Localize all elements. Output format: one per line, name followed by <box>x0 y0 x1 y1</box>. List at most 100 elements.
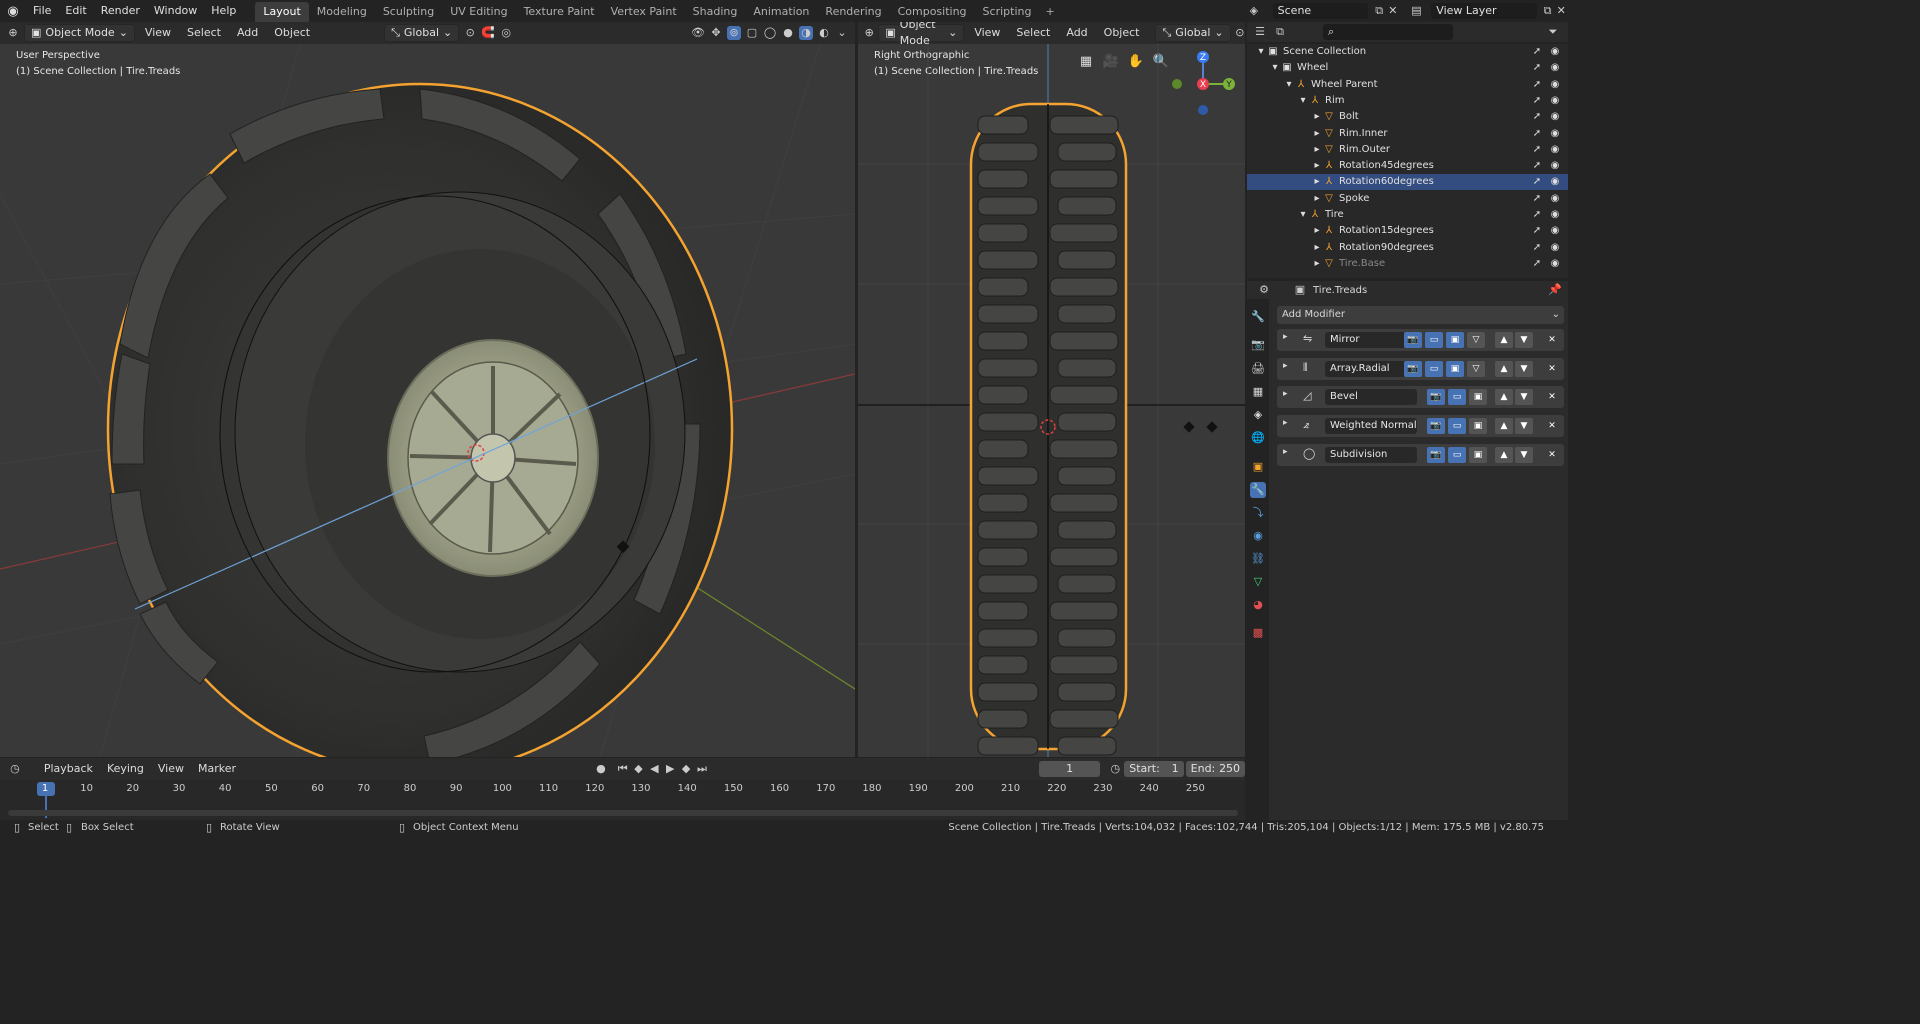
tab-modeling[interactable]: Modeling <box>309 2 375 22</box>
editmode-icon[interactable]: ▣ <box>1469 446 1487 463</box>
tab-compositing[interactable]: Compositing <box>890 2 975 22</box>
menu-view[interactable]: View <box>139 24 177 42</box>
outliner-row[interactable]: ▾ ▣ Scene Collection ➚ ◉ <box>1247 44 1568 60</box>
outliner-editor-icon[interactable]: ☰ <box>1253 25 1267 39</box>
menu-playback[interactable]: Playback <box>38 760 99 778</box>
monitor-viewport-icon[interactable]: ▭ <box>1425 332 1443 348</box>
current-frame-field[interactable]: 1 <box>1038 761 1101 777</box>
modifier-panel[interactable]: ▸ ⫴ Array.Radial 📷 ▭ ▣ ▽ ▲ ▼ ✕ <box>1277 357 1564 380</box>
overlay-toggle-icon[interactable]: ⊚ <box>727 26 741 40</box>
timeline-scrollbar[interactable] <box>8 810 1238 816</box>
tab-layout[interactable]: Layout <box>255 2 309 22</box>
disclosure-triangle-icon[interactable]: ▾ <box>1297 93 1309 109</box>
eye-icon[interactable]: ◉ <box>1549 109 1561 125</box>
timeline-editor-icon[interactable]: ◷ <box>8 762 22 776</box>
new-view-layer-icon[interactable]: ⧉ <box>1541 4 1555 18</box>
outliner-row[interactable]: ▾ ⅄ Tire ➚ ◉ <box>1247 207 1568 223</box>
tool-tab-icon[interactable]: 🔧 <box>1250 309 1266 325</box>
xray-toggle-icon[interactable]: ▢ <box>745 26 759 40</box>
clock-icon[interactable]: ◷ <box>1108 762 1122 776</box>
move-down-icon[interactable]: ▼ <box>1515 446 1533 463</box>
prev-keyframe-icon[interactable]: ◆ <box>632 762 646 776</box>
pivot-point-icon[interactable]: ⊙ <box>1235 26 1245 40</box>
select-pointer-icon[interactable]: ➚ <box>1531 158 1543 174</box>
monitor-viewport-icon[interactable]: ▭ <box>1448 418 1466 435</box>
particles-tab-icon[interactable]: ⤵ <box>1250 505 1266 521</box>
modifier-name-field[interactable]: Subdivision <box>1325 446 1417 463</box>
disclosure-triangle-icon[interactable]: ▸ <box>1311 174 1323 190</box>
new-scene-icon[interactable]: ⧉ <box>1372 4 1386 18</box>
remove-view-layer-icon[interactable]: ✕ <box>1554 4 1568 18</box>
menu-keying[interactable]: Keying <box>101 760 150 778</box>
disclosure-triangle-icon[interactable]: ▾ <box>1297 207 1309 223</box>
disclosure-triangle-icon[interactable]: ▸ <box>1311 256 1323 272</box>
outliner-row[interactable]: ▸ ⅄ Rotation90degrees ➚ ◉ <box>1247 240 1568 256</box>
move-down-icon[interactable]: ▼ <box>1515 389 1533 406</box>
eye-icon[interactable]: ◉ <box>1549 126 1561 142</box>
menu-view[interactable]: View <box>152 760 190 778</box>
output-tab-icon[interactable]: 🖨 <box>1250 361 1266 377</box>
move-down-icon[interactable]: ▼ <box>1515 360 1533 377</box>
expand-arrow-icon[interactable]: ▸ <box>1283 418 1288 428</box>
material-shading-icon[interactable]: ◑ <box>799 26 813 40</box>
mode-dropdown[interactable]: ▣ Object Mode ⌄ <box>878 22 965 47</box>
remove-modifier-icon[interactable]: ✕ <box>1543 418 1561 434</box>
disclosure-triangle-icon[interactable]: ▸ <box>1311 126 1323 142</box>
orientation-dropdown[interactable]: ⤡ Global ⌄ <box>1155 24 1231 42</box>
disclosure-triangle-icon[interactable]: ▾ <box>1255 44 1267 60</box>
move-up-icon[interactable]: ▲ <box>1495 446 1513 463</box>
remove-scene-icon[interactable]: ✕ <box>1386 4 1400 18</box>
shading-options-icon[interactable]: ⌄ <box>835 26 849 40</box>
snap-icon[interactable]: 🧲 <box>481 26 495 40</box>
modifier-tab-icon[interactable]: 🔧 <box>1250 482 1266 498</box>
end-frame-field[interactable]: End: 250 <box>1185 761 1246 777</box>
jump-end-icon[interactable]: ⏭ <box>695 762 709 776</box>
oncage-icon[interactable]: ▽ <box>1467 332 1485 348</box>
eye-icon[interactable]: ◉ <box>1549 44 1561 60</box>
eye-icon[interactable]: ◉ <box>1549 191 1561 207</box>
eye-icon[interactable]: ◉ <box>1549 207 1561 223</box>
expand-arrow-icon[interactable]: ▸ <box>1283 332 1288 342</box>
menu-marker[interactable]: Marker <box>192 760 242 778</box>
orientation-dropdown[interactable]: ⤡ Global ⌄ <box>384 24 460 42</box>
tab-shading[interactable]: Shading <box>685 2 746 22</box>
eye-icon[interactable]: ◉ <box>1549 174 1561 190</box>
modifier-name-field[interactable]: Bevel <box>1325 389 1417 406</box>
properties-editor-icon[interactable]: ⚙ <box>1257 283 1271 297</box>
editor-type-icon[interactable]: ⊕ <box>6 26 20 40</box>
play-icon[interactable]: ▶ <box>663 762 677 776</box>
frame-ruler[interactable]: 1 10 20 30 40 50 60 70 80 90 100 110 120 130 140 150 160… <box>0 780 1245 820</box>
menu-file[interactable]: File <box>26 0 58 22</box>
expand-arrow-icon[interactable]: ▸ <box>1283 389 1288 399</box>
view-layer-icon[interactable]: ▤ <box>1410 4 1424 18</box>
menu-add[interactable]: Add <box>1060 24 1093 42</box>
view-layer-tab-icon[interactable]: ▦ <box>1250 384 1266 400</box>
gizmo-toggle-icon[interactable]: ✥ <box>709 26 723 40</box>
jump-start-icon[interactable]: ⏮ <box>616 762 630 776</box>
editmode-icon[interactable]: ▣ <box>1469 389 1487 406</box>
object-tab-icon[interactable]: ▣ <box>1250 459 1266 475</box>
visibility-icon[interactable]: 👁 <box>691 26 705 40</box>
select-pointer-icon[interactable]: ➚ <box>1531 142 1543 158</box>
record-icon[interactable]: ● <box>594 762 608 776</box>
disclosure-triangle-icon[interactable]: ▸ <box>1311 109 1323 125</box>
editmode-icon[interactable]: ▣ <box>1469 418 1487 435</box>
disclosure-triangle-icon[interactable]: ▸ <box>1311 240 1323 256</box>
disclosure-triangle-icon[interactable]: ▸ <box>1311 142 1323 158</box>
move-up-icon[interactable]: ▲ <box>1495 360 1513 377</box>
tab-texture-paint[interactable]: Texture Paint <box>516 2 603 22</box>
wireframe-shading-icon[interactable]: ◯ <box>763 26 777 40</box>
remove-modifier-icon[interactable]: ✕ <box>1543 389 1561 405</box>
camera-render-icon[interactable]: 📷 <box>1404 332 1422 348</box>
menu-view[interactable]: View <box>968 24 1006 42</box>
select-pointer-icon[interactable]: ➚ <box>1531 223 1543 239</box>
modifier-name-field[interactable]: Weighted Normal <box>1325 418 1417 435</box>
modifier-panel[interactable]: ▸ ◿ Bevel 📷 ▭ ▣ ▲ ▼ ✕ <box>1277 386 1564 409</box>
select-pointer-icon[interactable]: ➚ <box>1531 44 1543 60</box>
tab-scripting[interactable]: Scripting <box>975 2 1040 22</box>
editor-type-icon[interactable]: ⊕ <box>864 26 874 40</box>
disclosure-triangle-icon[interactable]: ▸ <box>1311 223 1323 239</box>
eye-icon[interactable]: ◉ <box>1549 142 1561 158</box>
add-workspace-icon[interactable]: + <box>1039 2 1060 22</box>
outliner-row[interactable]: ▸ ⅄ Rotation45degrees ➚ ◉ <box>1247 158 1568 174</box>
